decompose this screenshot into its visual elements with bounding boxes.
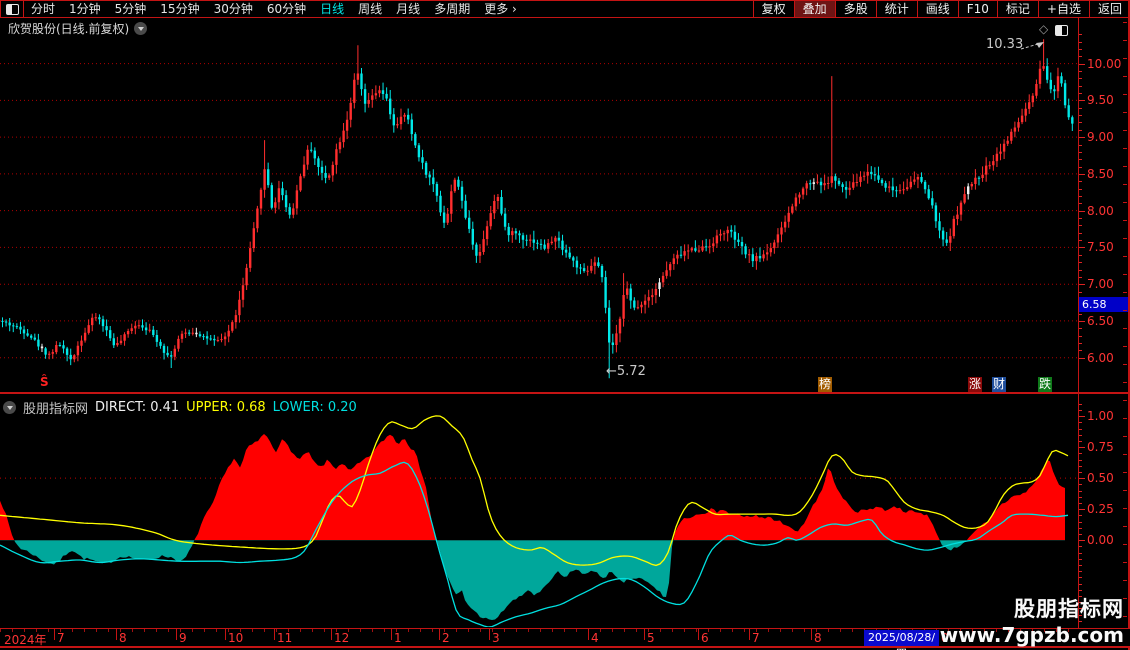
symbol-title-label: 欣贺股份(日线.前复权) xyxy=(8,22,130,36)
lower-value-label: LOWER: 0.20 xyxy=(272,400,357,415)
timeframe-tab[interactable]: 60分钟 xyxy=(260,1,313,17)
indicator-level-label: 0.00 xyxy=(1087,533,1114,548)
candles-down-bodies xyxy=(1,66,1074,360)
quick-badge[interactable]: 涨 xyxy=(968,377,983,392)
month-label: 2 xyxy=(442,631,450,645)
price-label: 8.50 xyxy=(1087,166,1114,181)
diamond-icon[interactable]: ◇ xyxy=(1039,22,1048,36)
timeframe-tab[interactable]: 更多 › xyxy=(477,1,524,17)
month-label: 6 xyxy=(701,631,709,645)
price-axis: 10.00 9.50 9.00 8.50 8.00 7.50 7.00 6.50 6.00 6.5… xyxy=(1078,18,1129,648)
price-label: 7.50 xyxy=(1087,240,1114,255)
candles-doji-bodies xyxy=(40,182,970,349)
month-label: 10 xyxy=(228,631,244,645)
price-label: 6.50 xyxy=(1087,313,1114,328)
price-label: 8.00 xyxy=(1087,203,1114,218)
watermark: 股朋指标网 www.7gpzb.com xyxy=(940,593,1124,647)
timeframe-tab[interactable]: 月线 xyxy=(389,1,427,17)
indicator-level-label: 1.00 xyxy=(1087,409,1114,424)
main-candlestick-chart xyxy=(0,39,1078,379)
month-label: 9 xyxy=(179,631,187,645)
low-price-annotation: ←5.72 xyxy=(606,364,646,379)
indicator-header: 股朋指标网 DIRECT: 0.41 UPPER: 0.68 LOWER: 0.… xyxy=(3,398,357,417)
timeframe-tab[interactable]: 5分钟 xyxy=(108,1,154,17)
timeframe-tab[interactable]: 15分钟 xyxy=(153,1,206,17)
toolbar-button[interactable]: 标记 xyxy=(996,1,1038,17)
collapse-icon[interactable] xyxy=(3,401,16,414)
timeframe-tab[interactable]: 1分钟 xyxy=(62,1,108,17)
toolbar-button[interactable]: 画线 xyxy=(916,1,958,17)
top-toolbar: 分时 1分钟 5分钟 15分钟 30分钟 60分钟 日线 周线 月线 多周期 更多 › 复权 叠加 多股… xyxy=(0,0,1130,18)
panel-divider xyxy=(0,392,1130,394)
month-label: 12 xyxy=(334,631,350,645)
quick-badge[interactable]: 跌 xyxy=(1038,377,1053,392)
price-label: 9.00 xyxy=(1087,130,1114,145)
month-label: 8 xyxy=(814,631,822,645)
year-label: 2024年 xyxy=(4,633,47,647)
month-label: 5 xyxy=(647,631,655,645)
watermark-url: www.7gpzb.com xyxy=(939,623,1124,647)
annotation-arrow-icon xyxy=(1020,42,1044,50)
timeframe-tab[interactable]: 周线 xyxy=(351,1,389,17)
window-split-button[interactable] xyxy=(0,1,24,17)
restore-window-icon[interactable] xyxy=(1055,25,1068,36)
timeframe-tab[interactable]: 30分钟 xyxy=(207,1,260,17)
indicator-level-label: 0.25 xyxy=(1087,502,1114,517)
timeframe-tab[interactable]: 分时 xyxy=(24,1,62,17)
month-label: 1 xyxy=(394,631,402,645)
right-edge-ticks-main xyxy=(1123,22,1127,390)
indicator-level-label: 0.50 xyxy=(1087,471,1114,486)
month-label: 8 xyxy=(119,631,127,645)
right-edge-ticks-indicator xyxy=(1123,400,1127,625)
price-label: 9.50 xyxy=(1087,93,1114,108)
indicator-level-label: 0.75 xyxy=(1087,440,1114,455)
price-label: 10.00 xyxy=(1087,56,1122,71)
quick-badge[interactable]: 榜 xyxy=(818,377,833,392)
watermark-brand: 股朋指标网 xyxy=(1014,597,1124,621)
candles-doji-wicks xyxy=(41,178,969,352)
direct-value-label: DIRECT: 0.41 xyxy=(95,400,180,415)
timeframe-toolbar: 分时 1分钟 5分钟 15分钟 30分钟 60分钟 日线 周线 月线 多周期 更多 › xyxy=(0,1,524,17)
current-date-label: 2025/08/28/四 xyxy=(867,631,936,650)
month-label: 3 xyxy=(492,631,500,645)
toolbar-button[interactable]: +自选 xyxy=(1037,1,1089,17)
toolbar-button[interactable]: 叠加 xyxy=(793,1,835,17)
toolbar-button[interactable]: 返回 xyxy=(1088,1,1130,17)
symbol-title: 欣贺股份(日线.前复权) xyxy=(8,20,148,37)
candles-down-wicks xyxy=(2,58,1073,379)
price-label: 6.00 xyxy=(1087,350,1114,365)
candles-up-wicks xyxy=(48,39,1059,363)
high-price-annotation: 10.33 xyxy=(986,37,1024,52)
timeframe-tab[interactable]: 日线 xyxy=(313,1,351,17)
upper-value-label: UPPER: 0.68 xyxy=(186,400,266,415)
trading-app-window: 分时 1分钟 5分钟 15分钟 30分钟 60分钟 日线 周线 月线 多周期 更多 › 复权 叠加 多股… xyxy=(0,0,1130,650)
signal-marker: Ŝ xyxy=(40,375,49,389)
toolbar-button[interactable]: 复权 xyxy=(752,1,794,17)
window-icon xyxy=(5,3,19,15)
current-price-tag: 6.58 xyxy=(1079,297,1129,313)
quick-badge[interactable]: 财 xyxy=(992,377,1007,392)
candles-up-bodies xyxy=(48,66,1060,360)
timeframe-tab[interactable]: 多周期 xyxy=(427,1,477,17)
action-toolbar: 复权 叠加 多股 统计 画线 F10 标记 +自选 返回 xyxy=(752,1,1130,17)
current-date-box: 2025/08/28/四 xyxy=(864,630,939,650)
indicator-chart xyxy=(0,415,1078,627)
chevron-down-icon[interactable] xyxy=(134,22,148,35)
toolbar-button[interactable]: F10 xyxy=(957,1,997,17)
indicator-source-label: 股朋指标网 xyxy=(23,402,89,417)
month-label: 7 xyxy=(752,631,760,645)
price-label: 7.00 xyxy=(1087,277,1114,292)
month-label: 7 xyxy=(57,631,65,645)
month-label: 11 xyxy=(277,631,293,645)
toolbar-button[interactable]: 多股 xyxy=(834,1,876,17)
month-label: 4 xyxy=(591,631,599,645)
toolbar-button[interactable]: 统计 xyxy=(875,1,917,17)
